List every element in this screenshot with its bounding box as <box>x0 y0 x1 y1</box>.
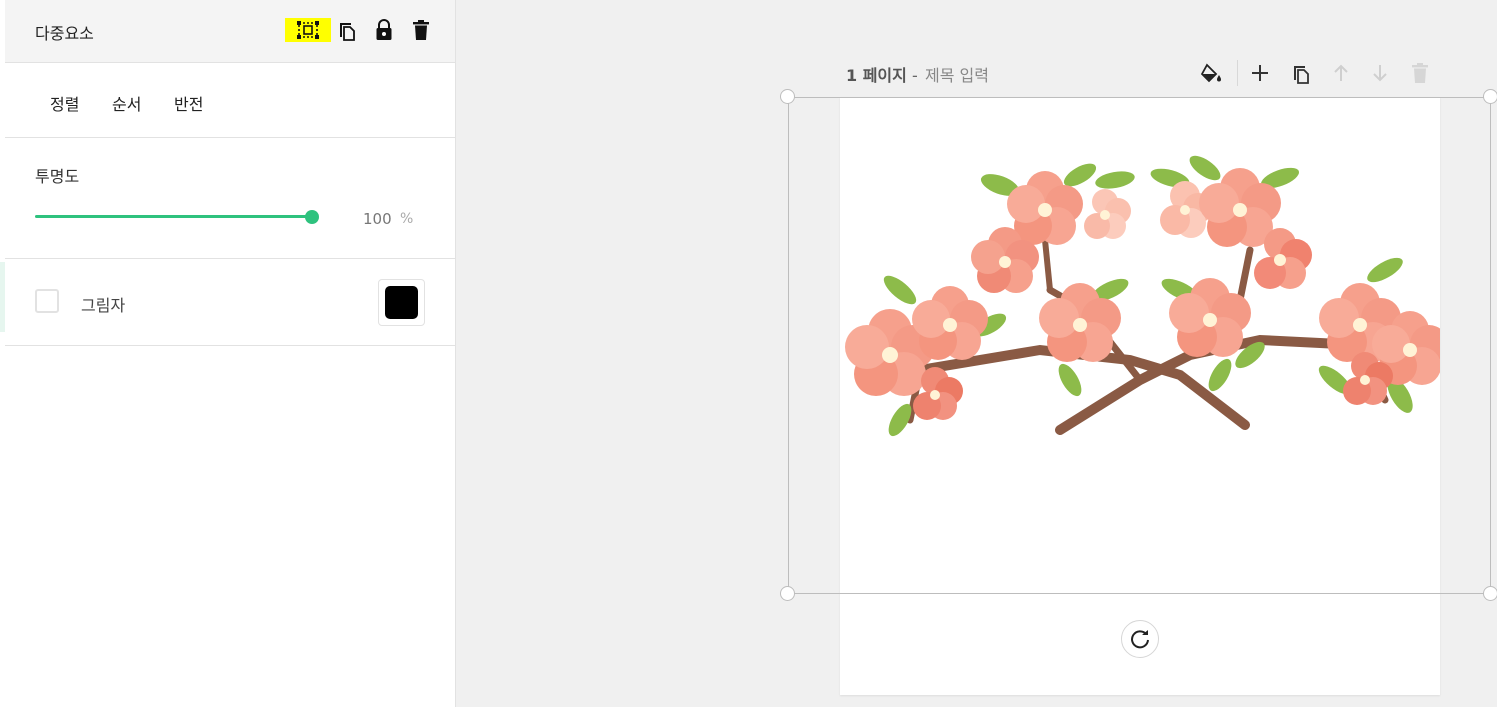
panel-header: 다중요소 <box>5 0 455 63</box>
ungroup-button[interactable] <box>285 18 331 42</box>
shadow-color-picker[interactable] <box>378 279 425 326</box>
opacity-section: 투명도 100 % <box>5 138 455 259</box>
toolbar-divider <box>1237 60 1238 86</box>
blossom-branch-illustration[interactable] <box>840 150 1440 440</box>
resize-handle-top-left[interactable] <box>780 89 795 104</box>
page-title-input[interactable]: 제목 입력 <box>925 62 989 86</box>
resize-handle-bottom-right[interactable] <box>1483 586 1497 601</box>
lock-button[interactable] <box>369 16 399 44</box>
arrow-down-icon <box>1373 65 1387 82</box>
opacity-unit: % <box>400 211 414 227</box>
shadow-section: 그림자 <box>5 259 455 346</box>
plus-icon <box>1252 65 1268 81</box>
opacity-label: 투명도 <box>35 167 80 186</box>
copy-icon <box>1294 66 1309 84</box>
tab-align[interactable]: 정렬 <box>50 91 79 115</box>
opacity-slider-thumb[interactable] <box>305 210 319 224</box>
rotate-icon <box>1131 630 1149 649</box>
shadow-color-swatch <box>385 286 418 319</box>
page-label: 1 페이지 - <box>846 62 918 86</box>
lock-icon <box>376 19 392 40</box>
move-page-down-button[interactable] <box>1367 60 1393 86</box>
shadow-label: 그림자 <box>81 296 126 315</box>
ungroup-icon <box>297 21 319 39</box>
copy-icon <box>340 23 355 41</box>
shadow-checkbox[interactable] <box>35 289 59 313</box>
properties-panel: 다중요소 정렬 순서 반전 투명도 100 % 그림자 <box>0 0 456 707</box>
page-title-separator: - <box>906 66 918 85</box>
arrange-tabs: 정렬 순서 반전 <box>5 63 455 138</box>
arrow-up-icon <box>1334 64 1348 81</box>
delete-page-button[interactable] <box>1407 60 1433 86</box>
panel-title: 다중요소 <box>35 24 94 43</box>
page-background-button[interactable] <box>1199 60 1225 86</box>
tab-flip[interactable]: 반전 <box>174 91 203 115</box>
delete-button[interactable] <box>406 16 436 44</box>
copy-button[interactable] <box>332 16 362 44</box>
trash-icon <box>413 20 429 40</box>
shadow-row-accent <box>0 262 5 332</box>
tab-order[interactable]: 순서 <box>112 91 141 115</box>
rotate-handle[interactable] <box>1121 620 1159 658</box>
opacity-value[interactable]: 100 <box>363 210 392 228</box>
add-page-button[interactable] <box>1247 60 1273 86</box>
page-number-label: 1 페이지 <box>846 66 907 85</box>
resize-handle-bottom-left[interactable] <box>780 586 795 601</box>
resize-handle-top-right[interactable] <box>1483 89 1497 104</box>
paint-bucket-icon <box>1201 63 1221 83</box>
opacity-slider-track[interactable] <box>35 215 313 218</box>
move-page-up-button[interactable] <box>1328 60 1354 86</box>
trash-icon <box>1412 63 1428 83</box>
duplicate-page-button[interactable] <box>1288 60 1314 86</box>
